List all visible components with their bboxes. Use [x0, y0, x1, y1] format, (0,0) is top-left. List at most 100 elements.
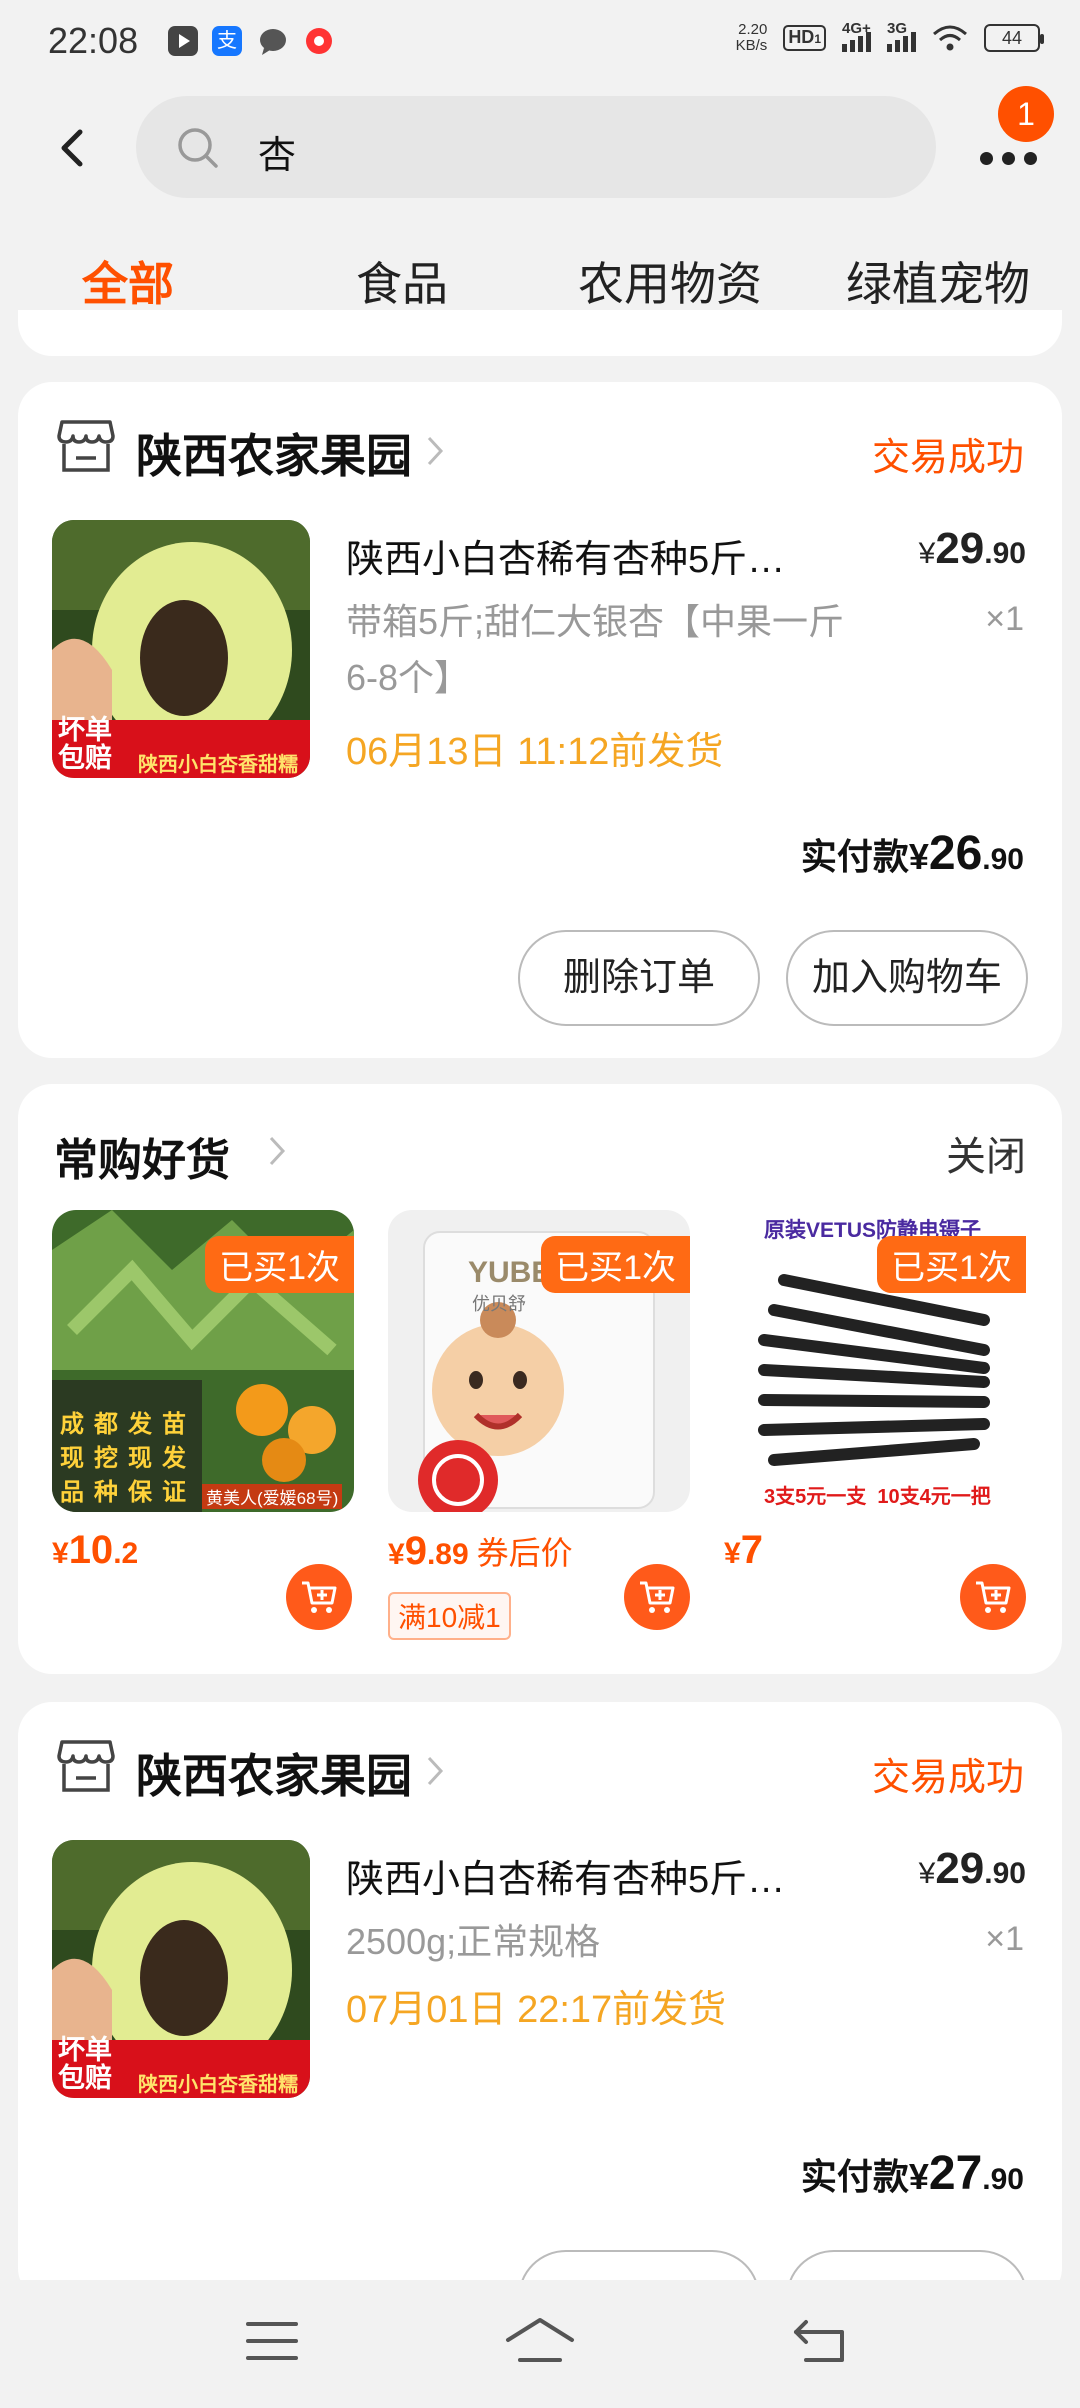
status-time: 22:08 — [48, 20, 139, 61]
record-app-icon — [304, 26, 334, 56]
tab-plants-pets[interactable]: 绿植宠物 — [846, 248, 1030, 314]
product-title[interactable]: 陕西小白杏稀有杏种5斤大果 — [346, 1848, 816, 1903]
net-speed-value: 2.20 — [738, 21, 768, 38]
coupon-badge: 满10减1 — [388, 1592, 511, 1640]
hd-label: HD — [788, 27, 815, 47]
media-app-icon — [168, 26, 198, 56]
more-menu-button[interactable] — [972, 138, 1042, 178]
paid-int: 27 — [928, 2147, 983, 2200]
search-input[interactable]: 杏 — [136, 96, 936, 198]
rebuy-item-image[interactable]: YUBEST 优贝舒 已买1次 — [388, 1210, 690, 1512]
back-icon[interactable] — [792, 2316, 852, 2368]
paid-amount: 实付款¥26.90 — [801, 826, 1024, 881]
close-button[interactable]: 关闭 — [946, 1124, 1026, 1182]
product-image[interactable]: 坏单包赔 陕西小白杏香甜糯 — [52, 1840, 310, 2098]
price-dec: .2 — [113, 1537, 139, 1570]
product-qty: ×1 — [985, 1920, 1024, 1958]
notification-badge: 1 — [998, 86, 1054, 142]
add-to-cart-icon-button[interactable] — [960, 1564, 1026, 1630]
paid-currency: ¥ — [908, 836, 929, 877]
image-text-line: 现挖现发 — [60, 1445, 196, 1472]
hd-sub: 1 — [814, 32, 821, 46]
ship-time: 07月01日 22:17前发货 — [346, 1989, 727, 2031]
more-dot-3 — [1024, 152, 1037, 165]
rebuy-image-footer: 3支5元一支 10支4元一把 — [764, 1486, 991, 1508]
order-card[interactable]: 陕西农家果园 交易成功 坏单包赔 陕西小白杏香甜糯 陕西小白杏稀有杏种5斤大果 … — [18, 382, 1062, 1058]
shop-icon — [57, 1740, 115, 1792]
image-text-line: 成都发苗 — [60, 1411, 196, 1438]
paid-label: 实付款 — [800, 2156, 909, 2197]
signal-4g-icon: 4G+ — [842, 20, 871, 52]
add-to-cart-button[interactable]: 加入购物车 — [786, 930, 1028, 1026]
shop-icon — [57, 420, 115, 472]
search-query: 杏 — [258, 135, 297, 177]
battery-level: 44 — [1001, 28, 1023, 48]
frequent-buys-title[interactable]: 常购好货 — [54, 1124, 230, 1188]
product-qty: ×1 — [985, 600, 1024, 638]
net-speed: 2.20 KB/s — [736, 22, 768, 54]
price-dec: .89 — [426, 1538, 469, 1571]
tab-food[interactable]: 食品 — [356, 248, 448, 314]
paid-amount: 实付款¥27.90 — [801, 2146, 1024, 2201]
tab-all[interactable]: 全部 — [82, 248, 174, 314]
price-currency: ¥ — [52, 1537, 69, 1570]
price-int: 29 — [935, 1844, 985, 1893]
ship-time: 06月13日 11:12前发货 — [346, 731, 724, 773]
search-icon — [178, 128, 218, 168]
bought-count-badge: 已买1次 — [205, 1236, 354, 1293]
price-dec: .90 — [984, 1857, 1026, 1890]
price-currency: ¥ — [724, 1537, 741, 1570]
shop-name[interactable]: 陕西农家果园 — [136, 420, 412, 486]
image-badge: 坏单包赔 — [58, 2035, 112, 2093]
net-speed-unit: KB/s — [735, 37, 768, 54]
image-badge: 坏单包赔 — [58, 715, 112, 773]
product-title[interactable]: 陕西小白杏稀有杏种5斤大果 — [346, 528, 816, 583]
home-icon[interactable] — [504, 2316, 576, 2368]
product-spec: 2500g;正常规格 — [346, 1921, 601, 1962]
hd-icon: HD1 — [783, 25, 826, 51]
paid-dec: .90 — [982, 843, 1024, 876]
message-app-icon — [258, 26, 288, 56]
rebuy-item-image[interactable]: 成都发苗 现挖现发 品种保证 黄美人(爱媛68号) 已买1次 — [52, 1210, 354, 1512]
order-status: 交易成功 — [871, 1757, 1024, 1799]
add-to-cart-icon-button[interactable] — [624, 1564, 690, 1630]
frequent-buys-card: 常购好货 关闭 成都发苗 现挖现发 品种保证 黄美人(爱媛68号) 已买1次 ¥… — [18, 1084, 1062, 1674]
chevron-right-icon — [427, 1756, 444, 1786]
rebuy-item-image[interactable]: 原装VETUS防静电镊子 3支5元一支 10支4元一把 已买1次 — [724, 1210, 1026, 1512]
image-caption: 陕西小白杏香甜糯 — [138, 2074, 298, 2096]
price-note: 券后价 — [476, 1535, 573, 1571]
price-currency: ¥ — [918, 1857, 936, 1890]
chevron-right-icon — [269, 1136, 286, 1166]
rebuy-item-price: ¥9.89 券后价 — [388, 1528, 573, 1574]
price-int: 7 — [740, 1528, 763, 1572]
previous-order-card — [18, 310, 1062, 356]
tab-agri-supplies[interactable]: 农用物资 — [578, 248, 762, 314]
bought-count-badge: 已买1次 — [877, 1236, 1026, 1293]
add-to-cart-icon — [302, 1581, 337, 1613]
rebuy-item-price: ¥7 — [724, 1528, 763, 1573]
menu-icon[interactable] — [244, 2316, 300, 2366]
paid-int: 26 — [928, 827, 983, 880]
alipay-app-icon: 支 — [212, 26, 242, 56]
rebuy-item-price: ¥10.2 — [52, 1528, 138, 1573]
back-button[interactable] — [44, 118, 104, 178]
chevron-right-icon — [427, 436, 444, 466]
paid-label: 实付款 — [800, 836, 909, 877]
paid-dec: .90 — [982, 2163, 1024, 2196]
more-dots-icon — [980, 152, 993, 165]
signal1-label: 4G+ — [842, 20, 871, 37]
more-dot-2 — [1002, 152, 1015, 165]
rebuy-image-brand-cn: 优贝舒 — [472, 1294, 526, 1314]
signal2-label: 3G — [887, 20, 908, 37]
delete-order-button[interactable]: 删除订单 — [518, 930, 760, 1026]
wifi-icon — [933, 25, 967, 51]
add-to-cart-icon — [640, 1581, 675, 1613]
image-caption: 陕西小白杏香甜糯 — [138, 754, 298, 776]
search-header: 杏 1 — [0, 82, 1080, 212]
order-card[interactable]: 陕西农家果园 交易成功 坏单包赔 陕西小白杏香甜糯 陕西小白杏稀有杏种5斤大果 … — [18, 1702, 1062, 2346]
product-spec: 带箱5斤;甜仁大银杏【中果一斤6-8个】 — [346, 601, 845, 698]
shop-name[interactable]: 陕西农家果园 — [136, 1740, 412, 1806]
add-to-cart-icon-button[interactable] — [286, 1564, 352, 1630]
product-image[interactable]: 坏单包赔 陕西小白杏香甜糯 — [52, 520, 310, 778]
status-indicators: 2.20 KB/s HD1 4G+ 3G 44 — [736, 20, 1044, 54]
